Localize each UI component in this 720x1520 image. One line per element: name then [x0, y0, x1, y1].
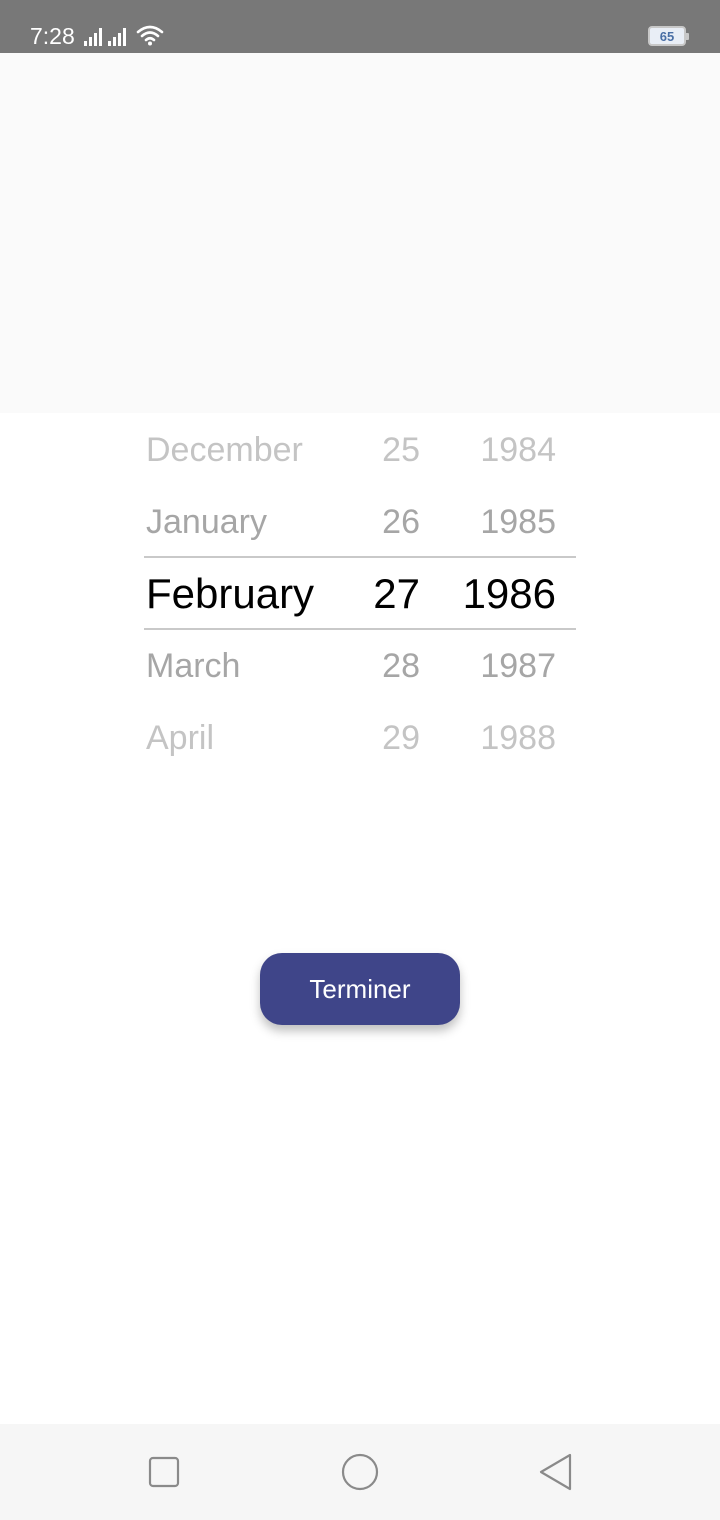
done-button[interactable]: Terminer: [260, 953, 460, 1025]
triangle-back-icon: [539, 1453, 572, 1491]
recents-button[interactable]: [142, 1450, 186, 1494]
day-wheel[interactable]: 25 26 27 28 29: [366, 414, 420, 774]
year-option[interactable]: 1984: [456, 414, 556, 486]
year-option[interactable]: 1987: [456, 630, 556, 702]
year-option-selected[interactable]: 1986: [456, 558, 556, 630]
year-option[interactable]: 1985: [456, 486, 556, 558]
battery-level: 65: [659, 28, 675, 44]
month-option[interactable]: April: [146, 702, 366, 774]
signal-icon: [108, 26, 126, 46]
year-wheel[interactable]: 1984 1985 1986 1987 1988: [456, 414, 556, 774]
status-bar: 7:28 65: [0, 0, 720, 53]
year-option[interactable]: 1988: [456, 702, 556, 774]
circle-home-icon: [341, 1453, 379, 1491]
month-option[interactable]: March: [146, 630, 366, 702]
navigation-bar: [0, 1424, 720, 1520]
month-option-selected[interactable]: February: [146, 558, 366, 630]
signal-icon: [84, 26, 102, 46]
month-wheel[interactable]: December January February March April: [146, 414, 366, 774]
back-button[interactable]: [534, 1450, 578, 1494]
day-option-selected[interactable]: 27: [366, 558, 420, 630]
date-picker[interactable]: December January February March April 25…: [144, 414, 576, 774]
month-option[interactable]: December: [146, 414, 366, 486]
wifi-icon: [136, 25, 164, 46]
battery-icon: 65: [648, 26, 689, 46]
status-icons: [84, 24, 164, 46]
header-area: [0, 53, 720, 413]
status-time: 7:28: [30, 23, 75, 49]
day-option[interactable]: 28: [366, 630, 420, 702]
month-option[interactable]: January: [146, 486, 366, 558]
day-option[interactable]: 26: [366, 486, 420, 558]
home-button[interactable]: [338, 1450, 382, 1494]
square-recents-icon: [148, 1456, 180, 1488]
day-option[interactable]: 25: [366, 414, 420, 486]
day-option[interactable]: 29: [366, 702, 420, 774]
